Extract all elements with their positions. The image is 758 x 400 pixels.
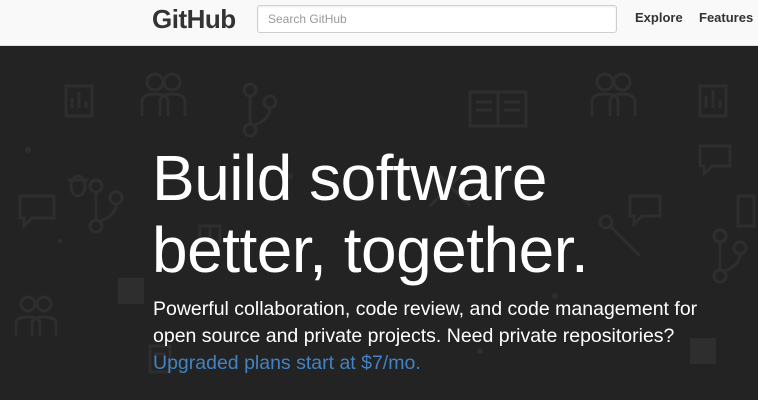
book-icon (468, 90, 528, 128)
hero-headline: Build software better, together. (152, 142, 589, 286)
comment-icon (628, 194, 662, 228)
hero-description-line2: open source and private projects. Need p… (153, 325, 675, 347)
hero-headline-line2: better, together. (152, 214, 589, 286)
comment-icon (698, 144, 732, 178)
hero-section: Build software better, together. Powerfu… (0, 46, 758, 400)
upgraded-plans-link[interactable]: Upgraded plans start at $7/mo. (153, 352, 421, 374)
people-icon (140, 72, 187, 116)
hero-description-line1: Powerful collaboration, code review, and… (153, 298, 698, 320)
branch-icon (712, 228, 748, 284)
branch-icon (88, 178, 124, 234)
bar-chart-icon (698, 84, 728, 118)
search-input[interactable] (257, 5, 617, 33)
hero-headline-line1: Build software (152, 142, 547, 214)
nav-explore-link[interactable]: Explore (635, 10, 683, 26)
bar-chart-icon (64, 84, 94, 118)
bug-icon (68, 174, 88, 198)
document-icon (736, 194, 756, 228)
hero-description: Powerful collaboration, code review, and… (153, 296, 697, 377)
branch-icon (242, 82, 278, 138)
comment-icon (18, 194, 56, 230)
people-icon (14, 295, 58, 336)
people-icon (590, 72, 637, 116)
site-header: GitHub Explore Features (0, 0, 758, 46)
nav-features-link[interactable]: Features (699, 10, 753, 26)
plus-box-icon (118, 278, 144, 304)
github-logo[interactable]: GitHub (152, 4, 236, 34)
